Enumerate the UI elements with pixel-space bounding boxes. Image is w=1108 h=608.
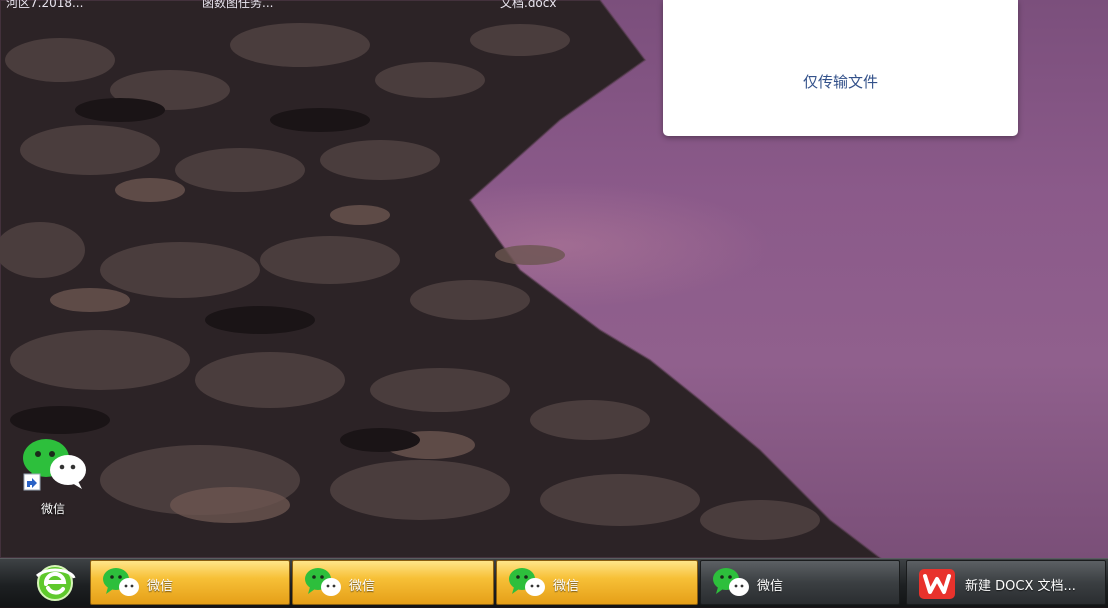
- task-label: 微信: [553, 579, 580, 594]
- desktop-label-1[interactable]: 河区7.2018...: [6, 0, 83, 11]
- ie-e-icon: [35, 565, 76, 601]
- desktop-icon-label: 微信: [40, 502, 65, 516]
- wechat-icon: [23, 439, 86, 491]
- wechat-icon: [509, 568, 545, 596]
- taskbar-task-wechat-1[interactable]: 微信: [90, 560, 290, 605]
- transfer-files-only-link[interactable]: 仅传输文件: [663, 71, 1018, 92]
- desktop-icon-labels-row: 河区7.2018... 函数图任务... 文档.docx: [0, 0, 660, 12]
- taskbar-task-wechat-3[interactable]: 微信: [496, 560, 698, 605]
- desktop-label-2[interactable]: 函数图任务...: [202, 0, 273, 11]
- taskbar-task-wps-docx[interactable]: 新建 DOCX 文档...: [906, 560, 1106, 605]
- task-label: 微信: [147, 579, 174, 594]
- wechat-icon: [103, 568, 139, 596]
- task-label: 新建 DOCX 文档...: [965, 579, 1076, 594]
- taskbar-task-wechat-4[interactable]: 微信: [700, 560, 900, 605]
- taskbar: 微信 微信 微信 微信 新建 DOCX 文档...: [0, 558, 1108, 607]
- wechat-icon: [305, 568, 341, 596]
- task-label: 微信: [757, 579, 784, 594]
- wechat-icon: [713, 568, 749, 596]
- wps-icon: [919, 569, 955, 599]
- taskbar-task-wechat-2[interactable]: 微信: [292, 560, 494, 605]
- start-button[interactable]: [8, 562, 86, 604]
- desktop-icon-wechat[interactable]: 微信: [18, 436, 88, 522]
- wechat-popup-menu: 仅传输文件: [663, 0, 1018, 136]
- desktop-label-3[interactable]: 文档.docx: [500, 0, 556, 11]
- task-label: 微信: [349, 579, 376, 594]
